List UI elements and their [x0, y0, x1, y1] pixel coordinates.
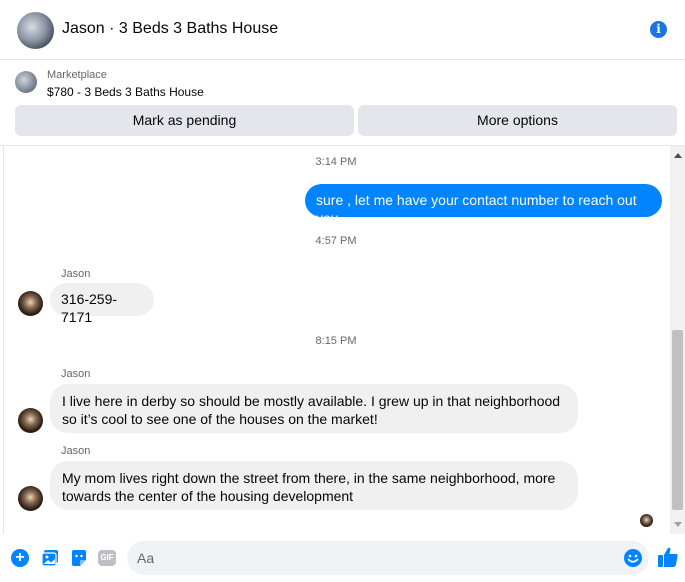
sender-name: Jason [61, 445, 91, 457]
more-options-button[interactable]: More options [358, 105, 677, 136]
marketplace-label: Marketplace [47, 69, 107, 81]
timestamp: 8:15 PM [315, 335, 357, 347]
sender-avatar[interactable] [18, 486, 43, 511]
message-input[interactable] [137, 541, 607, 575]
incoming-message[interactable]: My mom lives right down the street from … [50, 461, 578, 510]
scroll-down-arrow-icon[interactable] [674, 522, 682, 527]
timestamp: 3:14 PM [315, 156, 357, 168]
info-icon[interactable]: i [650, 21, 667, 38]
message-thread: 3:14 PM sure , let me have your contact … [0, 146, 685, 534]
timestamp: 4:57 PM [315, 235, 357, 247]
message-composer: + GIF [0, 534, 685, 582]
emoji-icon[interactable] [623, 548, 643, 568]
marketplace-listing-bar: Marketplace $780 - 3 Beds 3 Baths House … [0, 60, 685, 146]
outgoing-message[interactable]: sure , let me have your contact number t… [305, 184, 662, 226]
scrollbar-thumb[interactable] [672, 330, 683, 510]
sticker-icon[interactable] [70, 549, 88, 567]
gif-icon[interactable]: GIF [98, 550, 116, 566]
scroll-up-arrow-icon[interactable] [674, 153, 682, 158]
mark-as-pending-button[interactable]: Mark as pending [15, 105, 354, 136]
listing-title[interactable]: $780 - 3 Beds 3 Baths House [47, 85, 204, 99]
scrollbar[interactable] [670, 146, 685, 534]
seen-avatar [640, 514, 653, 527]
conversation-header: Jason · 3 Beds 3 Baths House i [0, 0, 685, 60]
contact-avatar[interactable] [17, 12, 54, 49]
listing-thumbnail[interactable] [15, 71, 37, 93]
sender-name: Jason [61, 368, 91, 380]
plus-icon[interactable]: + [11, 549, 29, 567]
incoming-message[interactable]: 316-259-7171 [50, 283, 154, 325]
thumbs-up-icon[interactable] [657, 546, 679, 568]
sender-name: Jason [61, 268, 91, 280]
conversation-title[interactable]: Jason · 3 Beds 3 Baths House [62, 20, 278, 38]
message-input-container [127, 541, 649, 575]
sender-avatar[interactable] [18, 408, 43, 433]
image-icon[interactable] [41, 549, 59, 567]
sender-avatar[interactable] [18, 291, 43, 316]
incoming-message[interactable]: I live here in derby so should be mostly… [50, 384, 578, 433]
